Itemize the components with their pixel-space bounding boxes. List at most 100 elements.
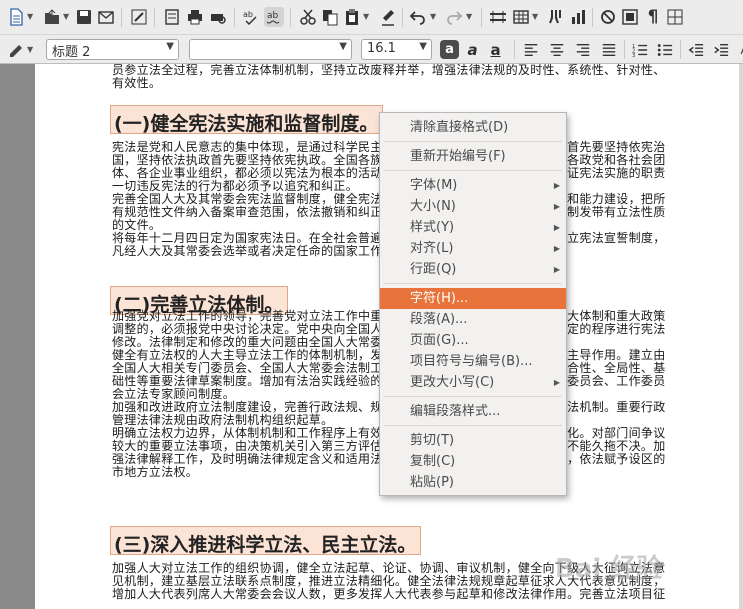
- menu-item-font[interactable]: 字体(M) ▶: [380, 175, 566, 196]
- menu-item-label: 粘贴(P): [410, 475, 454, 490]
- page-margin-area: [0, 64, 35, 609]
- menu-item-cut[interactable]: 剪切(T): [380, 430, 566, 451]
- menu-item-label: 重新开始编号(F): [410, 149, 506, 164]
- svg-text:ab: ab: [243, 10, 253, 19]
- menu-item-label: 项目符号与编号(B)...: [410, 354, 533, 369]
- grid-icon[interactable]: [665, 7, 685, 27]
- menu-item-clear-direct-formatting[interactable]: 清除直接格式(D): [380, 117, 566, 138]
- increase-indent-icon[interactable]: [711, 40, 730, 59]
- submenu-arrow-icon: ▶: [553, 181, 560, 190]
- body-line: 的文件。: [112, 218, 162, 232]
- body-line: 市地方立法权。: [112, 465, 199, 479]
- menu-item-label: 更改大小写(C): [410, 375, 495, 390]
- menu-item-edit-paragraph-style[interactable]: 编辑段落样式...: [380, 401, 566, 422]
- menu-item-label: 对齐(L): [410, 241, 454, 256]
- find-replace-icon[interactable]: [620, 7, 640, 27]
- print-icon[interactable]: [185, 7, 205, 27]
- menu-item-paste[interactable]: 粘贴(P): [380, 472, 566, 493]
- submenu-arrow-icon: ▶: [553, 244, 560, 253]
- numbered-list-icon[interactable]: 123: [630, 40, 649, 59]
- paragraph-style-select[interactable]: 标题 2 ▼: [46, 39, 179, 60]
- underline-icon[interactable]: a: [486, 40, 505, 59]
- menu-item-label: 清除直接格式(D): [410, 120, 509, 135]
- justify-icon[interactable]: [599, 40, 618, 59]
- submenu-arrow-icon: ▶: [553, 378, 560, 387]
- background-color-icon[interactable]: [735, 40, 743, 59]
- menu-item-page[interactable]: 页面(G)...: [380, 330, 566, 351]
- paste-icon[interactable]: [342, 7, 362, 27]
- context-menu: 清除直接格式(D) 重新开始编号(F) 字体(M) ▶ 大小(N) ▶ 样式(Y) ▶…: [379, 112, 567, 496]
- redo-icon[interactable]: [444, 7, 464, 27]
- italic-icon[interactable]: a: [463, 40, 482, 59]
- body-line: 员参立法全过程，完善立法体制机制，坚持立改废释并举，增强法律法规的及时性、系统性…: [112, 64, 666, 77]
- submenu-arrow-icon: ▶: [553, 265, 560, 274]
- font-name-select[interactable]: ▼: [189, 39, 352, 60]
- menu-item-label: 字符(H)...: [410, 291, 469, 306]
- menu-item-copy[interactable]: 复制(C): [380, 451, 566, 472]
- menu-item-label: 样式(Y): [410, 220, 455, 235]
- navigator-icon[interactable]: [488, 7, 508, 27]
- body-line: 有效性。: [112, 76, 162, 90]
- standard-toolbar: ▼ ▼ ab ab ▼ ▼ ▼ ▼ ¶: [0, 0, 743, 35]
- save-icon[interactable]: [74, 7, 94, 27]
- align-right-icon[interactable]: [573, 40, 592, 59]
- chevron-down-icon[interactable]: ▼: [339, 41, 347, 52]
- section-heading[interactable]: (三)深入推进科学立法、民主立法。: [110, 526, 422, 556]
- formatting-marks-icon[interactable]: ¶: [643, 7, 663, 27]
- menu-item-label: 编辑段落样式...: [410, 404, 501, 419]
- paragraph-style-value: 标题 2: [52, 45, 91, 60]
- new-document-icon[interactable]: [6, 7, 26, 27]
- vertical-scrollbar[interactable]: [739, 64, 743, 609]
- cut-icon[interactable]: [298, 7, 318, 27]
- body-line: 会立法专家顾问制度。: [112, 387, 236, 401]
- menu-item-line-spacing[interactable]: 行距(Q) ▶: [380, 259, 566, 280]
- watermark-logo: Bai 经验: [555, 554, 663, 584]
- bullet-list-icon[interactable]: [655, 40, 674, 59]
- decrease-indent-icon[interactable]: [686, 40, 705, 59]
- svg-text:3: 3: [632, 53, 635, 58]
- menu-item-label: 段落(A)...: [410, 312, 468, 327]
- submenu-arrow-icon: ▶: [553, 223, 560, 232]
- menu-item-align[interactable]: 对齐(L) ▶: [380, 238, 566, 259]
- align-left-icon[interactable]: [521, 40, 540, 59]
- menu-item-character[interactable]: 字符(H)...: [380, 288, 566, 309]
- menu-item-size[interactable]: 大小(N) ▶: [380, 196, 566, 217]
- submenu-arrow-icon: ▶: [553, 202, 560, 211]
- autospell-icon[interactable]: ab: [264, 7, 284, 27]
- align-center-icon[interactable]: [547, 40, 566, 59]
- menu-item-restart-numbering[interactable]: 重新开始编号(F): [380, 146, 566, 167]
- spellcheck-icon[interactable]: ab: [241, 7, 261, 27]
- record-changes-icon[interactable]: [598, 7, 618, 27]
- chevron-down-icon[interactable]: ▼: [166, 41, 174, 52]
- menu-item-bullets-numbering[interactable]: 项目符号与编号(B)...: [380, 351, 566, 372]
- font-size-select[interactable]: 16.1 ▼: [361, 39, 432, 60]
- styles-icon[interactable]: [6, 39, 26, 59]
- chevron-down-icon[interactable]: ▼: [419, 41, 427, 52]
- section-heading[interactable]: (一)健全宪法实施和监督制度。: [110, 105, 384, 135]
- menu-item-paragraph[interactable]: 段落(A)...: [380, 309, 566, 330]
- menu-item-label: 剪切(T): [410, 433, 455, 448]
- body-line: 一切违反宪法的行为都必须予以追究和纠正。: [112, 179, 359, 193]
- open-icon[interactable]: [42, 7, 62, 27]
- menu-item-label: 字体(M): [410, 178, 458, 193]
- email-icon[interactable]: [96, 7, 116, 27]
- export-pdf-icon[interactable]: [162, 7, 182, 27]
- bold-icon[interactable]: a: [440, 40, 459, 59]
- svg-text:ab: ab: [267, 11, 279, 21]
- menu-item-label: 复制(C): [410, 454, 456, 469]
- image-icon[interactable]: [546, 7, 566, 27]
- font-size-value: 16.1: [367, 41, 396, 56]
- menu-item-label: 页面(G)...: [410, 333, 469, 348]
- undo-icon[interactable]: [408, 7, 428, 27]
- body-line: 管理法律法规由政府法制机构组织起草。: [112, 413, 334, 427]
- chart-icon[interactable]: [568, 7, 588, 27]
- menu-item-style[interactable]: 样式(Y) ▶: [380, 217, 566, 238]
- clone-formatting-icon[interactable]: [378, 7, 398, 27]
- formatting-toolbar: ▼ 标题 2 ▼ ▼ 16.1 ▼ a a a 123: [0, 35, 743, 64]
- print-preview-icon[interactable]: [208, 7, 228, 27]
- copy-icon[interactable]: [320, 7, 340, 27]
- menu-item-label: 行距(Q): [410, 262, 457, 277]
- table-icon[interactable]: [511, 7, 531, 27]
- edit-mode-icon[interactable]: [129, 7, 149, 27]
- menu-item-change-case[interactable]: 更改大小写(C) ▶: [380, 372, 566, 393]
